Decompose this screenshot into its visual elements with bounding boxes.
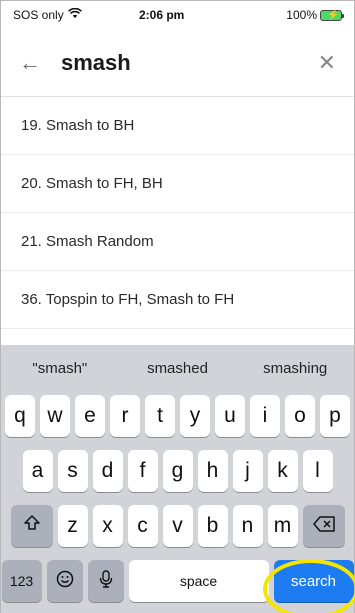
backspace-icon bbox=[312, 514, 335, 538]
numbers-key[interactable]: 123 bbox=[1, 560, 42, 602]
emoji-key[interactable] bbox=[46, 560, 83, 602]
key-g[interactable]: g bbox=[162, 450, 193, 492]
list-item[interactable]: 21. Smash Random bbox=[1, 213, 354, 271]
key-j[interactable]: j bbox=[232, 450, 263, 492]
key-m[interactable]: m bbox=[267, 505, 298, 547]
key-y[interactable]: y bbox=[180, 395, 210, 437]
charging-bolt-icon: ⚡ bbox=[327, 9, 340, 21]
suggestion-item[interactable]: smashing bbox=[236, 360, 354, 377]
key-a[interactable]: a bbox=[22, 450, 53, 492]
key-p[interactable]: p bbox=[320, 395, 350, 437]
suggestion-item[interactable]: smashed bbox=[119, 360, 237, 377]
carrier-label: SOS only bbox=[13, 8, 64, 22]
key-o[interactable]: o bbox=[285, 395, 315, 437]
key-q[interactable]: q bbox=[5, 395, 35, 437]
key-h[interactable]: h bbox=[197, 450, 228, 492]
status-bar: SOS only 2:06 pm 100% ⚡ bbox=[1, 1, 354, 29]
dictation-key[interactable] bbox=[87, 560, 124, 602]
search-results-list: 19. Smash to BH 20. Smash to FH, BH 21. … bbox=[1, 97, 354, 345]
battery-status: 100% ⚡ bbox=[286, 8, 344, 22]
key-s[interactable]: s bbox=[57, 450, 88, 492]
search-input[interactable]: smash bbox=[61, 50, 308, 76]
list-item[interactable]: 20. Smash to FH, BH bbox=[1, 155, 354, 213]
battery-percent: 100% bbox=[286, 8, 317, 22]
key-t[interactable]: t bbox=[145, 395, 175, 437]
suggestion-item[interactable]: "smash" bbox=[1, 360, 119, 377]
carrier-info: SOS only bbox=[13, 7, 133, 22]
key-e[interactable]: e bbox=[75, 395, 105, 437]
key-d[interactable]: d bbox=[92, 450, 123, 492]
key-r[interactable]: r bbox=[110, 395, 140, 437]
key-z[interactable]: z bbox=[57, 505, 88, 547]
key-v[interactable]: v bbox=[162, 505, 193, 547]
key-i[interactable]: i bbox=[250, 395, 280, 437]
key-u[interactable]: u bbox=[215, 395, 245, 437]
shift-key[interactable] bbox=[10, 505, 53, 547]
delete-key[interactable] bbox=[302, 505, 345, 547]
back-arrow-icon[interactable]: ← bbox=[19, 50, 61, 76]
search-bar: ← smash ✕ bbox=[1, 29, 354, 97]
phone-screen: SOS only 2:06 pm 100% ⚡ ← smash ✕ 19. Sm… bbox=[0, 0, 355, 613]
key-x[interactable]: x bbox=[92, 505, 123, 547]
key-b[interactable]: b bbox=[197, 505, 228, 547]
key-k[interactable]: k bbox=[267, 450, 298, 492]
key-n[interactable]: n bbox=[232, 505, 263, 547]
battery-icon: ⚡ bbox=[320, 9, 344, 21]
key-row-3: z x c v b n m bbox=[1, 505, 354, 547]
list-item[interactable]: 36. Topspin to FH, Smash to FH bbox=[1, 271, 354, 329]
key-f[interactable]: f bbox=[127, 450, 158, 492]
emoji-icon bbox=[56, 570, 74, 593]
close-icon[interactable]: ✕ bbox=[308, 50, 336, 76]
microphone-icon bbox=[99, 569, 113, 593]
key-row-1: q w e r t y u i o p bbox=[1, 395, 354, 437]
predictive-bar: "smash" smashed smashing bbox=[1, 345, 354, 391]
key-c[interactable]: c bbox=[127, 505, 158, 547]
key-row-2: a s d f g h j k l bbox=[1, 450, 354, 492]
shift-icon bbox=[23, 514, 41, 538]
key-row-4: 123 space search bbox=[1, 560, 354, 602]
clock: 2:06 pm bbox=[139, 8, 185, 22]
key-l[interactable]: l bbox=[302, 450, 333, 492]
list-item[interactable]: 19. Smash to BH bbox=[1, 97, 354, 155]
wifi-icon bbox=[67, 7, 82, 22]
key-w[interactable]: w bbox=[40, 395, 70, 437]
on-screen-keyboard: "smash" smashed smashing q w e r t y u i… bbox=[1, 345, 354, 613]
space-key[interactable]: space bbox=[128, 560, 269, 602]
search-key[interactable]: search bbox=[273, 560, 354, 602]
